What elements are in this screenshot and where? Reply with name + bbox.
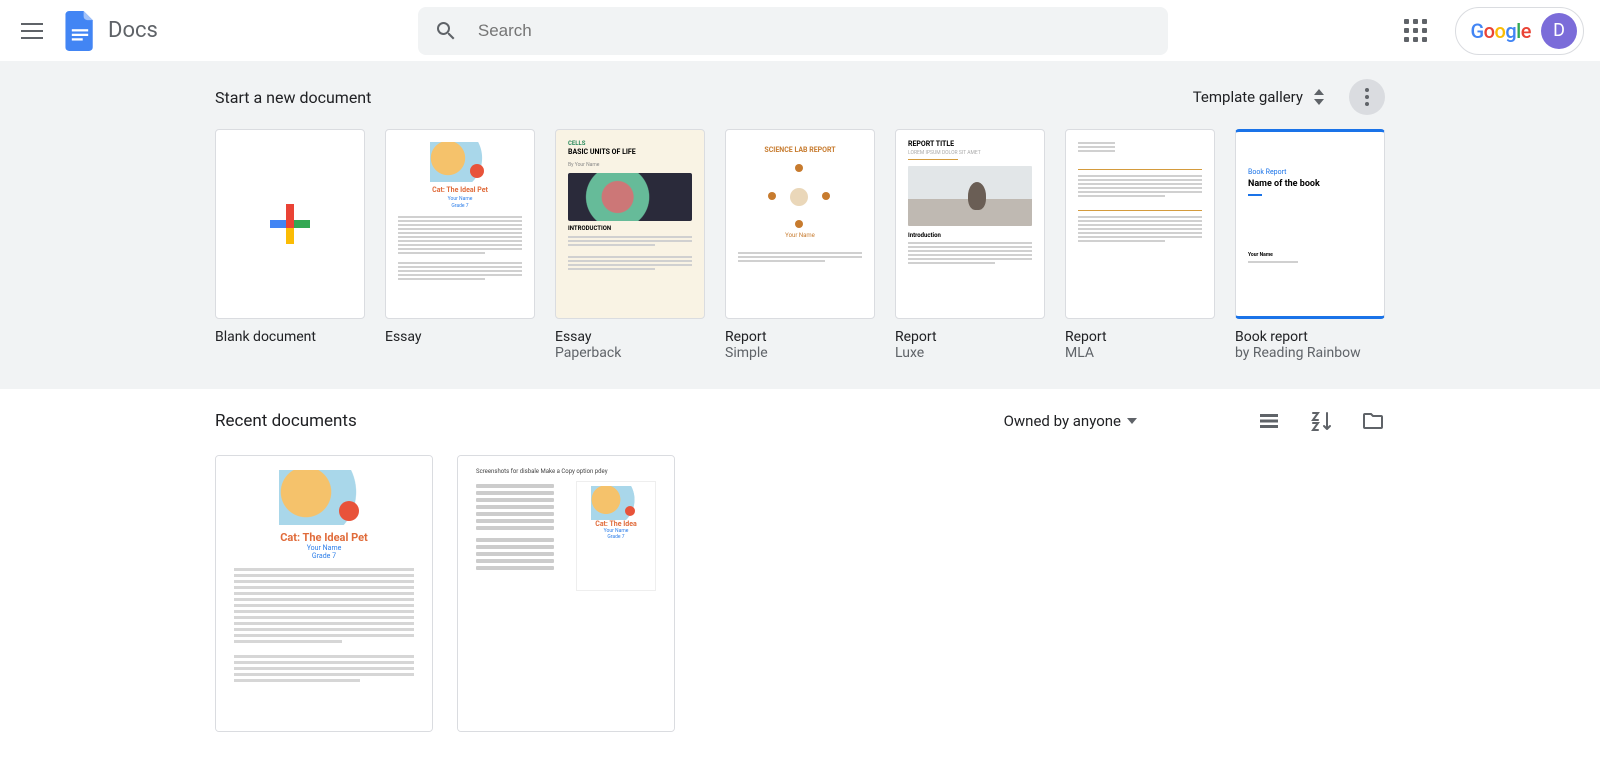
owner-filter-label: Owned by anyone — [1004, 412, 1121, 430]
template-gallery-button[interactable]: Template gallery — [1193, 88, 1331, 106]
template-title: Essay — [385, 329, 535, 345]
template-title: Book report — [1235, 329, 1385, 345]
template-title: Essay — [555, 329, 705, 345]
apps-icon — [1404, 19, 1427, 42]
doc-card[interactable]: Cat: The Ideal Pet Your Name Grade 7 — [215, 455, 433, 732]
app-title: Docs — [108, 18, 158, 43]
search-bar[interactable] — [418, 7, 1168, 55]
recent-heading: Recent documents — [215, 411, 357, 431]
google-wordmark: Google — [1470, 19, 1531, 43]
list-view-icon[interactable] — [1257, 409, 1281, 433]
templates-section: Start a new document Template gallery B — [0, 61, 1600, 389]
template-book-report[interactable]: Book Report Name of the book Your Name B… — [1235, 129, 1385, 361]
template-title: Report — [1065, 329, 1215, 345]
hamburger-icon — [21, 23, 43, 39]
plus-icon — [266, 200, 314, 248]
template-title: Report — [725, 329, 875, 345]
search-icon — [434, 19, 458, 43]
avatar: D — [1541, 13, 1577, 49]
owner-filter-dropdown[interactable]: Owned by anyone — [1004, 412, 1137, 430]
main-menu-button[interactable] — [8, 7, 56, 55]
doc-card[interactable]: Screenshots for disbale Make a Copy opti… — [457, 455, 675, 732]
template-essay-paperback[interactable]: CELLS BASIC UNITS OF LIFE By Your Name I… — [555, 129, 705, 361]
template-subtitle: by Reading Rainbow — [1235, 345, 1385, 361]
template-blank[interactable]: Blank document — [215, 129, 365, 361]
template-subtitle: Paperback — [555, 345, 705, 361]
templates-more-button[interactable] — [1349, 79, 1385, 115]
docs-logo-icon[interactable] — [60, 11, 100, 51]
unfold-icon — [1313, 89, 1325, 105]
template-subtitle: Simple — [725, 345, 875, 361]
template-report-simple[interactable]: SCIENCE LAB REPORT Your Name Report Simp… — [725, 129, 875, 361]
folder-icon[interactable] — [1361, 409, 1385, 433]
template-title: Blank document — [215, 329, 365, 345]
template-subtitle: Luxe — [895, 345, 1045, 361]
search-input[interactable] — [478, 21, 1152, 41]
template-title: Report — [895, 329, 1045, 345]
topbar: Docs Google D — [0, 0, 1600, 61]
template-report-luxe[interactable]: REPORT TITLE LOREM IPSUM DOLOR SIT AMET … — [895, 129, 1045, 361]
google-apps-button[interactable] — [1391, 7, 1439, 55]
caret-down-icon — [1127, 418, 1137, 424]
template-subtitle: MLA — [1065, 345, 1215, 361]
recent-section: Recent documents Owned by anyone Cat: Th… — [0, 389, 1600, 772]
templates-heading: Start a new document — [215, 88, 371, 107]
more-vert-icon — [1365, 88, 1369, 106]
sort-az-icon[interactable] — [1309, 409, 1333, 433]
account-chip[interactable]: Google D — [1455, 7, 1584, 55]
template-essay[interactable]: Cat: The Ideal Pet Your Name Grade 7 Ess… — [385, 129, 535, 361]
template-report-mla[interactable]: Report MLA — [1065, 129, 1215, 361]
template-gallery-label: Template gallery — [1193, 88, 1303, 106]
